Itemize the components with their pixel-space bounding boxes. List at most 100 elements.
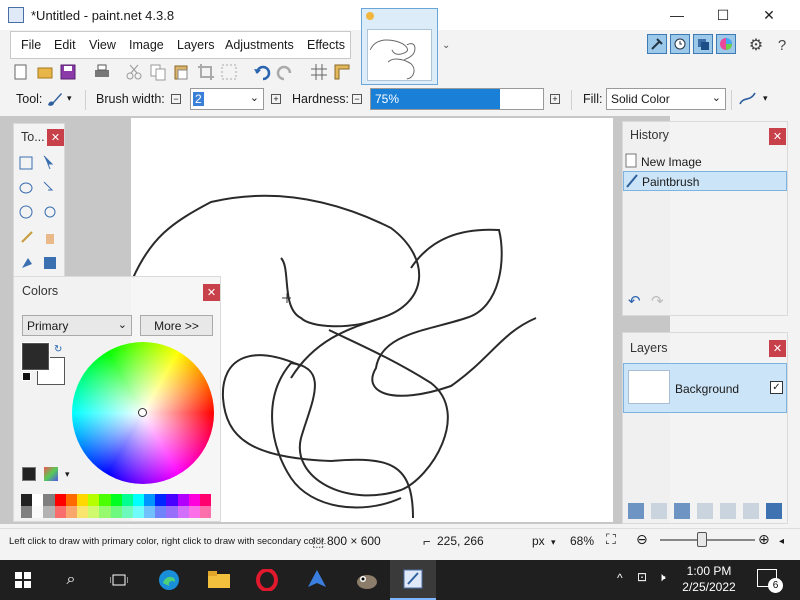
palette-swatch[interactable] — [76, 506, 89, 518]
undo-icon[interactable] — [253, 63, 271, 81]
palette-menu-icon[interactable] — [44, 467, 58, 481]
hardness-increase-button[interactable]: + — [550, 94, 560, 104]
color-mode-select[interactable]: Primary ⌄ — [22, 315, 132, 336]
color-wheel[interactable] — [72, 342, 214, 484]
fill-mode-select[interactable]: Solid Color ⌄ — [606, 88, 726, 110]
app-launcher-icon[interactable] — [294, 560, 340, 600]
palette-swatch[interactable] — [155, 506, 167, 518]
add-layer-icon[interactable] — [628, 503, 644, 519]
layer-properties-icon[interactable] — [766, 503, 782, 519]
palette-swatch[interactable] — [43, 494, 55, 506]
menu-adjustments[interactable]: Adjustments — [225, 38, 294, 52]
palette-swatch[interactable] — [110, 506, 122, 518]
redo-icon[interactable] — [276, 63, 294, 81]
palette-swatch[interactable] — [65, 494, 77, 506]
clock-time[interactable]: 1:00 PM — [682, 564, 736, 578]
rulers-icon[interactable] — [333, 63, 351, 81]
minimize-button[interactable]: — — [654, 0, 700, 30]
menu-file[interactable]: File — [21, 38, 41, 52]
history-item-paintbrush[interactable]: Paintbrush — [623, 171, 787, 191]
image-thumbnail-tab[interactable] — [361, 8, 438, 85]
palette-swatch[interactable] — [54, 506, 66, 518]
palette-swatch[interactable] — [21, 494, 33, 506]
colors-window-toggle[interactable] — [716, 34, 736, 54]
maximize-button[interactable]: ☐ — [700, 0, 746, 30]
open-folder-icon[interactable] — [36, 63, 54, 81]
antialiasing-icon[interactable] — [738, 90, 758, 108]
paste-icon[interactable] — [172, 63, 190, 81]
duplicate-layer-icon[interactable] — [674, 503, 690, 519]
paintbrush-tool-icon[interactable] — [45, 90, 65, 108]
palette-swatch[interactable] — [88, 506, 100, 518]
tool-dropdown-icon[interactable]: ▾ — [67, 93, 72, 104]
help-icon[interactable]: ? — [772, 35, 792, 55]
palette-swatch[interactable] — [54, 494, 66, 506]
zoom-menu-icon[interactable]: ◂ — [779, 536, 784, 547]
palette-swatch[interactable] — [200, 494, 212, 506]
palette-swatch[interactable] — [132, 494, 145, 506]
palette-swatch[interactable] — [88, 494, 100, 506]
menu-effects[interactable]: Effects — [307, 38, 345, 52]
network-icon[interactable]: ⊡ — [637, 570, 647, 584]
grid-icon[interactable] — [310, 63, 328, 81]
zoom-slider-thumb[interactable] — [697, 532, 707, 547]
palette-swatch[interactable] — [32, 506, 44, 518]
new-image-icon[interactable] — [12, 63, 30, 81]
gimp-icon[interactable] — [344, 560, 390, 600]
palette-swatch[interactable] — [99, 494, 111, 506]
edge-browser-icon[interactable] — [146, 560, 192, 600]
units-select[interactable]: px — [532, 534, 545, 548]
layers-panel-close-button[interactable]: ✕ — [769, 340, 786, 357]
zoom-level[interactable]: 68% — [570, 534, 594, 548]
save-icon[interactable] — [59, 63, 77, 81]
chevron-down-icon[interactable]: ⌄ — [250, 91, 259, 104]
task-view-icon[interactable] — [96, 560, 142, 600]
opera-browser-icon[interactable] — [244, 560, 290, 600]
show-hidden-icons-icon[interactable]: ^ — [617, 571, 623, 585]
delete-layer-icon[interactable] — [651, 503, 667, 519]
move-layer-up-icon[interactable] — [720, 503, 736, 519]
cut-icon[interactable] — [125, 63, 143, 81]
search-icon[interactable]: ⌕ — [48, 560, 94, 600]
file-explorer-icon[interactable] — [196, 560, 242, 600]
menu-view[interactable]: View — [89, 38, 116, 52]
units-dropdown-icon[interactable]: ▾ — [551, 537, 556, 548]
layer-row-background[interactable]: Background ✓ — [623, 363, 787, 413]
tools-panel-close-button[interactable]: ✕ — [47, 129, 64, 146]
palette-swatch[interactable] — [21, 506, 33, 518]
history-panel-close-button[interactable]: ✕ — [769, 128, 786, 145]
zoom-in-icon[interactable]: ⊕ — [758, 531, 770, 548]
brush-width-decrease-button[interactable]: − — [171, 94, 181, 104]
palette-swatch[interactable] — [144, 506, 156, 518]
palette-swatch[interactable] — [76, 494, 89, 506]
primary-color-swatch[interactable] — [21, 342, 50, 371]
zoom-out-icon[interactable]: ⊖ — [636, 531, 648, 548]
menu-image[interactable]: Image — [129, 38, 164, 52]
start-button[interactable] — [0, 560, 46, 600]
chevron-down-icon[interactable]: ⌄ — [712, 91, 721, 104]
palette-swatch[interactable] — [200, 506, 212, 518]
add-to-palette-icon[interactable] — [22, 467, 36, 481]
move-layer-down-icon[interactable] — [743, 503, 759, 519]
palette-swatch[interactable] — [121, 506, 133, 518]
colors-panel-close-button[interactable]: ✕ — [203, 284, 220, 301]
palette-swatch[interactable] — [132, 506, 145, 518]
print-icon[interactable] — [93, 63, 111, 81]
palette-swatch[interactable] — [188, 494, 200, 506]
palette-swatch[interactable] — [65, 506, 77, 518]
reset-colors-icon[interactable] — [22, 372, 31, 381]
zoom-slider-track[interactable] — [660, 539, 755, 541]
history-redo-icon[interactable]: ↷ — [651, 292, 664, 310]
merge-layer-down-icon[interactable] — [697, 503, 713, 519]
settings-gear-icon[interactable]: ⚙ — [746, 35, 766, 55]
menu-layers[interactable]: Layers — [177, 38, 215, 52]
palette-swatch[interactable] — [110, 494, 122, 506]
history-window-toggle[interactable] — [670, 34, 690, 54]
palette-swatch[interactable] — [121, 494, 133, 506]
hardness-decrease-button[interactable]: − — [352, 94, 362, 104]
brush-width-combo[interactable]: 2 ⌄ — [190, 88, 264, 110]
crop-to-selection-icon[interactable] — [197, 63, 215, 81]
palette-dropdown-icon[interactable]: ▾ — [65, 469, 70, 480]
color-wheel-picker[interactable] — [138, 408, 147, 417]
paintnet-taskbar-button[interactable] — [390, 560, 436, 600]
